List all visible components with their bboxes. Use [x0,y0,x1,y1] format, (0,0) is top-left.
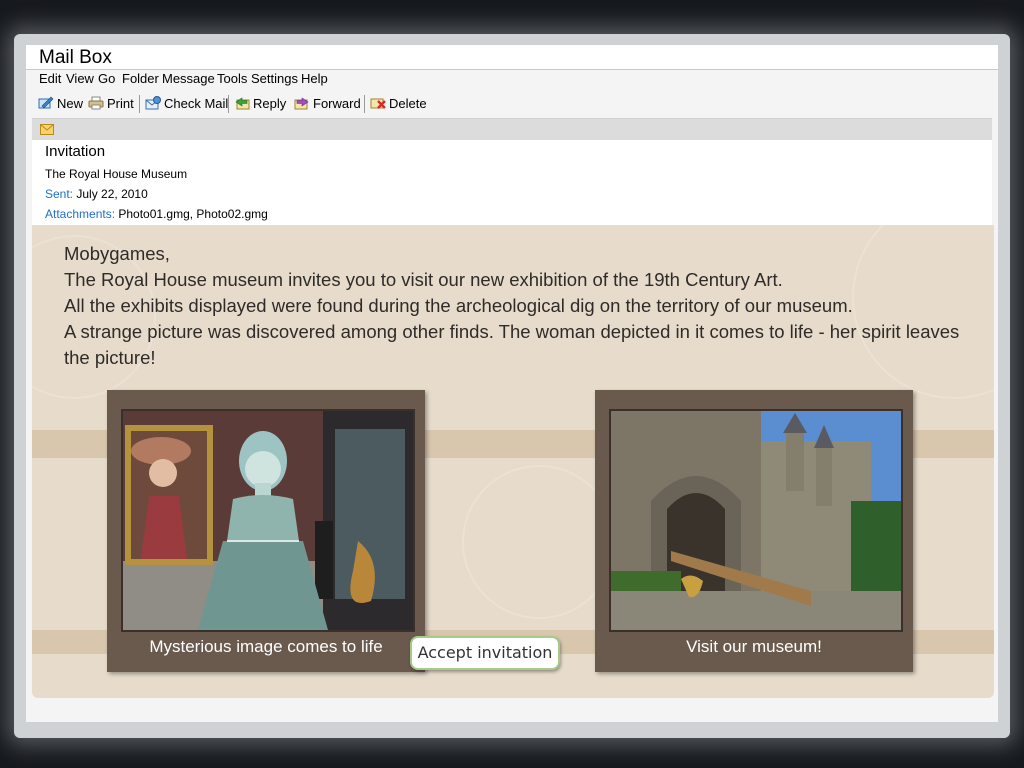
photo-card-mysterious-image[interactable]: Mysterious image comes to life [107,390,425,672]
delete-icon [370,98,386,109]
envelope-icon[interactable] [40,124,54,135]
message-body: Mobygames, The Royal House museum invite… [32,225,994,698]
menu-view[interactable]: View [66,71,94,86]
photo-caption: Mysterious image comes to life [149,637,383,656]
message-sent-row: Sent: July 22, 2010 [45,187,148,201]
attachments-label: Attachments: [45,207,116,221]
check-mail-button[interactable]: Check Mail [145,94,228,112]
menu-folder[interactable]: Folder [122,71,159,86]
reply-button[interactable]: Reply [234,94,286,112]
delete-label: Delete [389,95,427,111]
print-button[interactable]: Print [88,94,134,112]
photo-card-visit-museum[interactable]: Visit our museum! [595,390,913,672]
message-list-bar [32,118,992,141]
delete-button[interactable]: Delete [370,94,427,112]
check-mail-label: Check Mail [164,95,229,111]
title-bar: Mail Box [26,45,998,70]
message-header: Invitation The Royal House Museum Sent: … [32,140,992,225]
menu-edit[interactable]: Edit [39,71,61,86]
pencil-icon [38,96,54,109]
window-title: Mail Box [39,47,112,68]
accept-invitation-button[interactable]: Accept invitation [410,636,560,670]
menu-message[interactable]: Message [162,71,215,86]
photo-caption: Visit our museum! [686,637,822,656]
message-sender: The Royal House Museum [45,167,188,181]
menu-tools[interactable]: Tools [217,71,247,86]
mail-window: Mail Box Edit View Go Folder Message Too… [26,45,998,722]
reply-label: Reply [253,95,287,111]
attachments-list[interactable]: Photo01.gmg, Photo02.gmg [118,207,267,221]
message-subject: Invitation [45,143,106,160]
forward-label: Forward [313,95,361,111]
menu-help[interactable]: Help [301,71,328,86]
letter-paragraph: The Royal House museum invites you to vi… [64,269,783,290]
sent-date: July 22, 2010 [76,187,148,201]
print-label: Print [107,95,134,111]
toolbar: New Print Check Mail Reply Forward Delet… [26,91,998,115]
toolbar-separator [139,95,140,113]
museum-ghost-photo [121,409,415,632]
menu-bar: Edit View Go Folder Message Tools Settin… [26,70,998,90]
check-mail-icon [145,96,161,110]
forward-button[interactable]: Forward [294,94,361,112]
new-label: New [57,95,84,111]
menu-settings[interactable]: Settings [251,71,298,86]
background-ornament [462,465,616,619]
toolbar-separator [228,95,229,113]
reply-icon [235,97,250,110]
new-button[interactable]: New [38,94,83,112]
forward-icon [294,97,309,110]
letter-text: Mobygames, The Royal House museum invite… [64,241,974,371]
letter-paragraph: All the exhibits displayed were found du… [64,295,853,316]
castle-gate-photo [609,409,903,632]
printer-icon [88,96,104,110]
toolbar-separator [364,95,365,113]
message-attachments-row: Attachments: Photo01.gmg, Photo02.gmg [45,207,268,221]
letter-paragraph: A strange picture was discovered among o… [64,321,960,368]
letter-greeting: Mobygames, [64,243,170,264]
menu-go[interactable]: Go [98,71,115,86]
sent-label: Sent: [45,187,74,201]
